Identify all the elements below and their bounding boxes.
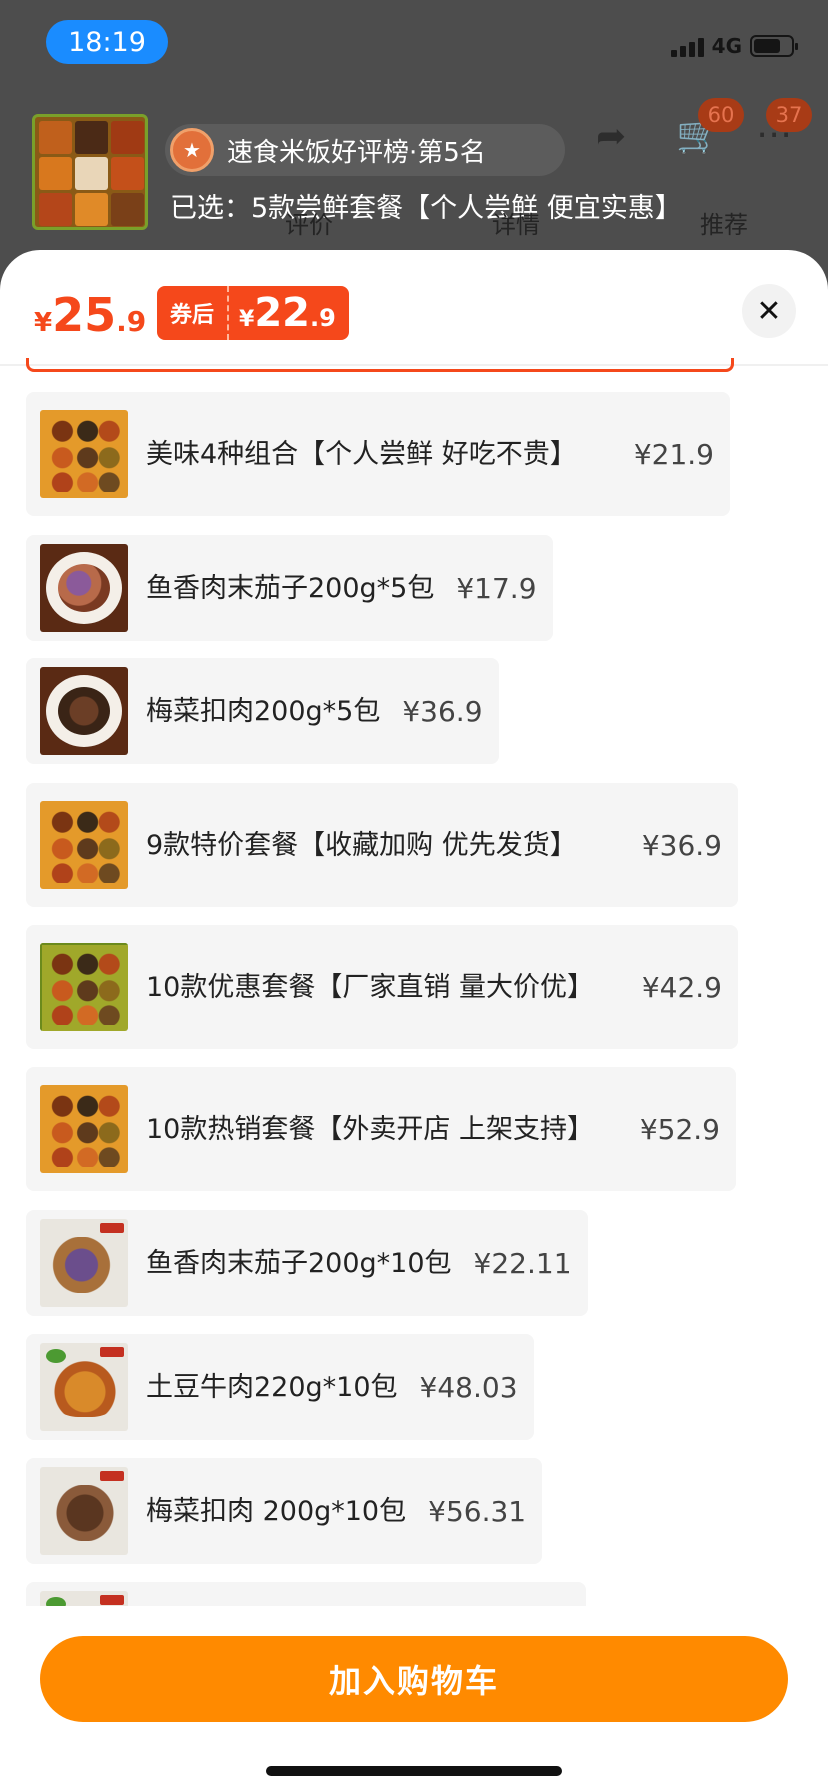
option-price: ¥48.03 [419, 1370, 518, 1404]
option-name: 鱼香肉末茄子200g*5包 [146, 572, 435, 604]
cta-bar: 加入购物车 [0, 1606, 828, 1792]
coupon-price-decimal: .9 [309, 304, 336, 332]
rank-badge[interactable]: 速食米饭好评榜·第5名 [165, 124, 565, 176]
sku-option[interactable]: 美味4种组合【个人尝鲜 好吃不贵】 ¥21.9 [26, 392, 730, 516]
option-thumbnail [40, 1219, 128, 1307]
coupon-price: ¥ 22 .9 [229, 290, 336, 336]
option-name: 10款热销套餐【外卖开店 上架支持】 [146, 1113, 594, 1145]
sku-option[interactable]: 鱼香肉末茄子200g*10包 ¥22.11 [26, 1210, 588, 1316]
status-indicators: 4G [670, 34, 798, 58]
option-thumbnail [40, 943, 128, 1031]
option-name: 鱼香肉末茄子200g*10包 [146, 1247, 452, 1279]
sku-option[interactable]: 土豆牛肉220g*10包 ¥48.03 [26, 1334, 534, 1440]
option-thumbnail [40, 1467, 128, 1555]
original-price-decimal: .9 [116, 305, 147, 338]
coupon-price-integer: 22 [254, 290, 310, 336]
original-price: ¥ 25 .9 [34, 288, 146, 342]
option-thumbnail [40, 1343, 128, 1431]
option-thumbnail [40, 1085, 128, 1173]
option-price: ¥22.11 [473, 1246, 572, 1280]
sku-option[interactable]: 梅菜扣肉 200g*10包 ¥56.31 [26, 1458, 543, 1564]
option-thumbnail [40, 667, 128, 755]
add-to-cart-button[interactable]: 加入购物车 [40, 1636, 788, 1722]
option-price: ¥36.9 [641, 828, 722, 862]
medal-icon: ★ [170, 128, 214, 172]
price-header: ¥ 25 .9 券后 ¥ 22 .9 ✕ [0, 250, 828, 366]
status-bar: 18:19 4G [0, 0, 828, 90]
currency-symbol: ¥ [34, 308, 53, 338]
option-price: ¥17.9 [456, 571, 537, 605]
option-price: ¥52.9 [639, 1112, 720, 1146]
selected-option-edge [26, 358, 734, 372]
option-thumbnail [40, 410, 128, 498]
option-name: 土豆牛肉220g*10包 [146, 1371, 398, 1403]
option-price: ¥36.9 [402, 694, 483, 728]
tab-recommend[interactable]: 推荐 [700, 205, 748, 240]
coupon-label: 券后 [157, 286, 229, 340]
message-count-badge: 37 [766, 98, 812, 132]
option-thumbnail [40, 544, 128, 632]
sku-option[interactable]: 10款优惠套餐【厂家直销 量大价优】 ¥42.9 [26, 925, 738, 1049]
currency-symbol: ¥ [239, 307, 255, 332]
option-name: 梅菜扣肉 200g*10包 [146, 1495, 407, 1527]
option-name: 梅菜扣肉200g*5包 [146, 695, 381, 727]
rank-text: 速食米饭好评榜·第5名 [227, 137, 486, 168]
sku-option[interactable]: 10款热销套餐【外卖开店 上架支持】 ¥52.9 [26, 1067, 736, 1191]
home-indicator[interactable] [266, 1766, 562, 1776]
product-thumbnail [32, 114, 148, 230]
network-type: 4G [711, 34, 742, 58]
cart-count-badge: 60 [698, 98, 744, 132]
option-price: ¥21.9 [633, 437, 714, 471]
coupon-price-tag: 券后 ¥ 22 .9 [157, 286, 349, 340]
tab-details[interactable]: 详情 [492, 205, 540, 240]
original-price-integer: 25 [52, 288, 117, 342]
option-price: ¥56.31 [428, 1494, 527, 1528]
sku-option[interactable]: 9款特价套餐【收藏加购 优先发货】 ¥36.9 [26, 783, 738, 907]
sku-selector-sheet: ¥ 25 .9 券后 ¥ 22 .9 ✕ 美味4种组合【个人尝鲜 好吃不贵】 ¥… [0, 250, 828, 1792]
close-button[interactable]: ✕ [742, 284, 796, 338]
option-name: 9款特价套餐【收藏加购 优先发货】 [146, 829, 577, 861]
signal-icon [670, 35, 704, 57]
option-name: 美味4种组合【个人尝鲜 好吃不贵】 [146, 438, 577, 470]
status-time: 18:19 [46, 20, 168, 64]
option-thumbnail [40, 801, 128, 889]
battery-icon [750, 35, 798, 57]
sku-option[interactable]: 鱼香肉末茄子200g*5包 ¥17.9 [26, 535, 553, 641]
option-price: ¥42.9 [641, 970, 722, 1004]
option-name: 10款优惠套餐【厂家直销 量大价优】 [146, 971, 594, 1003]
tab-reviews[interactable]: 评价 [285, 205, 333, 240]
selected-option-text: 已选：5款尝鲜套餐【个人尝鲜 便宜实惠】 [170, 193, 682, 224]
share-icon[interactable]: ➦ [596, 116, 626, 157]
sku-option[interactable]: 梅菜扣肉200g*5包 ¥36.9 [26, 658, 499, 764]
